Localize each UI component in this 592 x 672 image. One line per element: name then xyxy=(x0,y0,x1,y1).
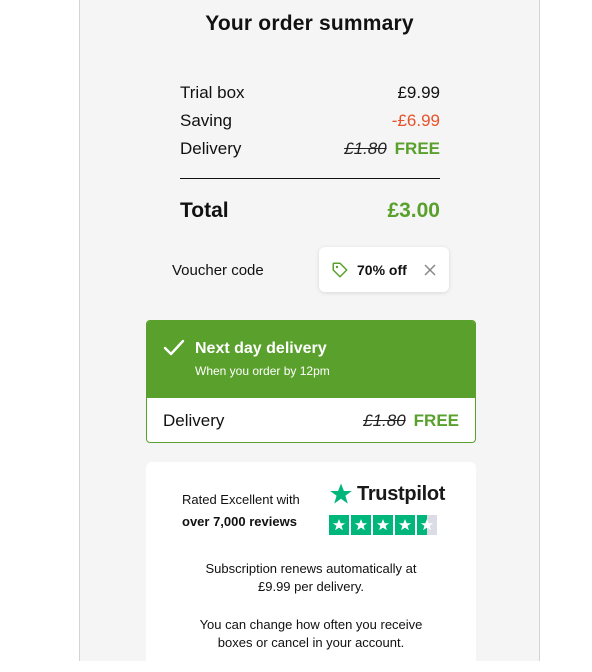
delivery-option-title: Next day delivery xyxy=(195,340,327,357)
total-value: £3.00 xyxy=(387,199,440,222)
star-4 xyxy=(395,515,415,535)
voucher-chip: 70% off xyxy=(319,247,449,292)
renewal-note: Subscription renews automatically at £9.… xyxy=(166,560,456,596)
saving-value: -£6.99 xyxy=(391,111,440,130)
saving-label: Saving xyxy=(180,111,232,130)
renewal-note-line-1: Subscription renews automatically at xyxy=(205,561,417,576)
delivery-option-label: Delivery xyxy=(163,411,225,430)
cancel-note: You can change how often you receive box… xyxy=(166,616,456,652)
trustpilot-brand: Trustpilot xyxy=(357,482,446,505)
voucher-code: 70% off xyxy=(357,261,407,278)
star-2 xyxy=(351,515,371,535)
star-5-half xyxy=(417,515,437,535)
rating-line-2: over 7,000 reviews xyxy=(182,514,297,529)
summary-row-trial-box: Trial box £9.99 xyxy=(180,83,440,103)
renewal-note-line-2: £9.99 per delivery. xyxy=(258,579,364,594)
divider xyxy=(180,178,440,179)
delivery-option-price: £1.80 FREE xyxy=(363,411,459,431)
star-1 xyxy=(329,515,349,535)
cancel-note-line-1: You can change how often you receive xyxy=(199,617,423,632)
delivery-option-header: Next day delivery When you order by 12pm xyxy=(147,321,475,398)
cancel-note-line-2: boxes or cancel in your account. xyxy=(217,635,405,650)
tag-icon xyxy=(332,262,348,277)
trustpilot-star-icon xyxy=(330,483,352,504)
rating-line-1: Rated Excellent with xyxy=(182,492,300,507)
trial-box-label: Trial box xyxy=(180,83,245,102)
trustpilot-stars xyxy=(329,515,437,535)
summary-row-total: Total £3.00 xyxy=(180,199,440,223)
trust-card: Rated Excellent with over 7,000 reviews … xyxy=(146,462,476,672)
delivery-price: £1.80 FREE xyxy=(344,139,440,159)
delivery-old-price: £1.80 xyxy=(344,139,387,158)
delivery-option-old-price: £1.80 xyxy=(363,411,406,430)
star-3 xyxy=(373,515,393,535)
trustpilot-logo[interactable]: Trustpilot xyxy=(329,482,445,506)
order-summary-panel: Your order summary Trial box £9.99 Savin… xyxy=(79,0,540,672)
next-day-delivery-option[interactable]: Next day delivery When you order by 12pm… xyxy=(146,320,476,443)
trial-box-price: £9.99 xyxy=(397,83,440,102)
delivery-free: FREE xyxy=(394,139,440,158)
total-label: Total xyxy=(180,199,229,222)
voucher-label: Voucher code xyxy=(172,262,264,279)
rating-text: Rated Excellent with over 7,000 reviews xyxy=(182,489,300,533)
page-title: Your order summary xyxy=(205,12,414,35)
delivery-option-price-row: Delivery £1.80 FREE xyxy=(163,411,459,431)
checkmark-icon xyxy=(163,339,185,356)
delivery-option-free: FREE xyxy=(413,411,459,430)
delivery-option-subtitle: When you order by 12pm xyxy=(195,364,330,378)
delivery-label: Delivery xyxy=(180,139,242,158)
close-icon[interactable] xyxy=(423,263,437,277)
summary-row-saving: Saving -£6.99 xyxy=(180,111,440,131)
summary-row-delivery: Delivery £1.80 FREE xyxy=(180,139,440,159)
